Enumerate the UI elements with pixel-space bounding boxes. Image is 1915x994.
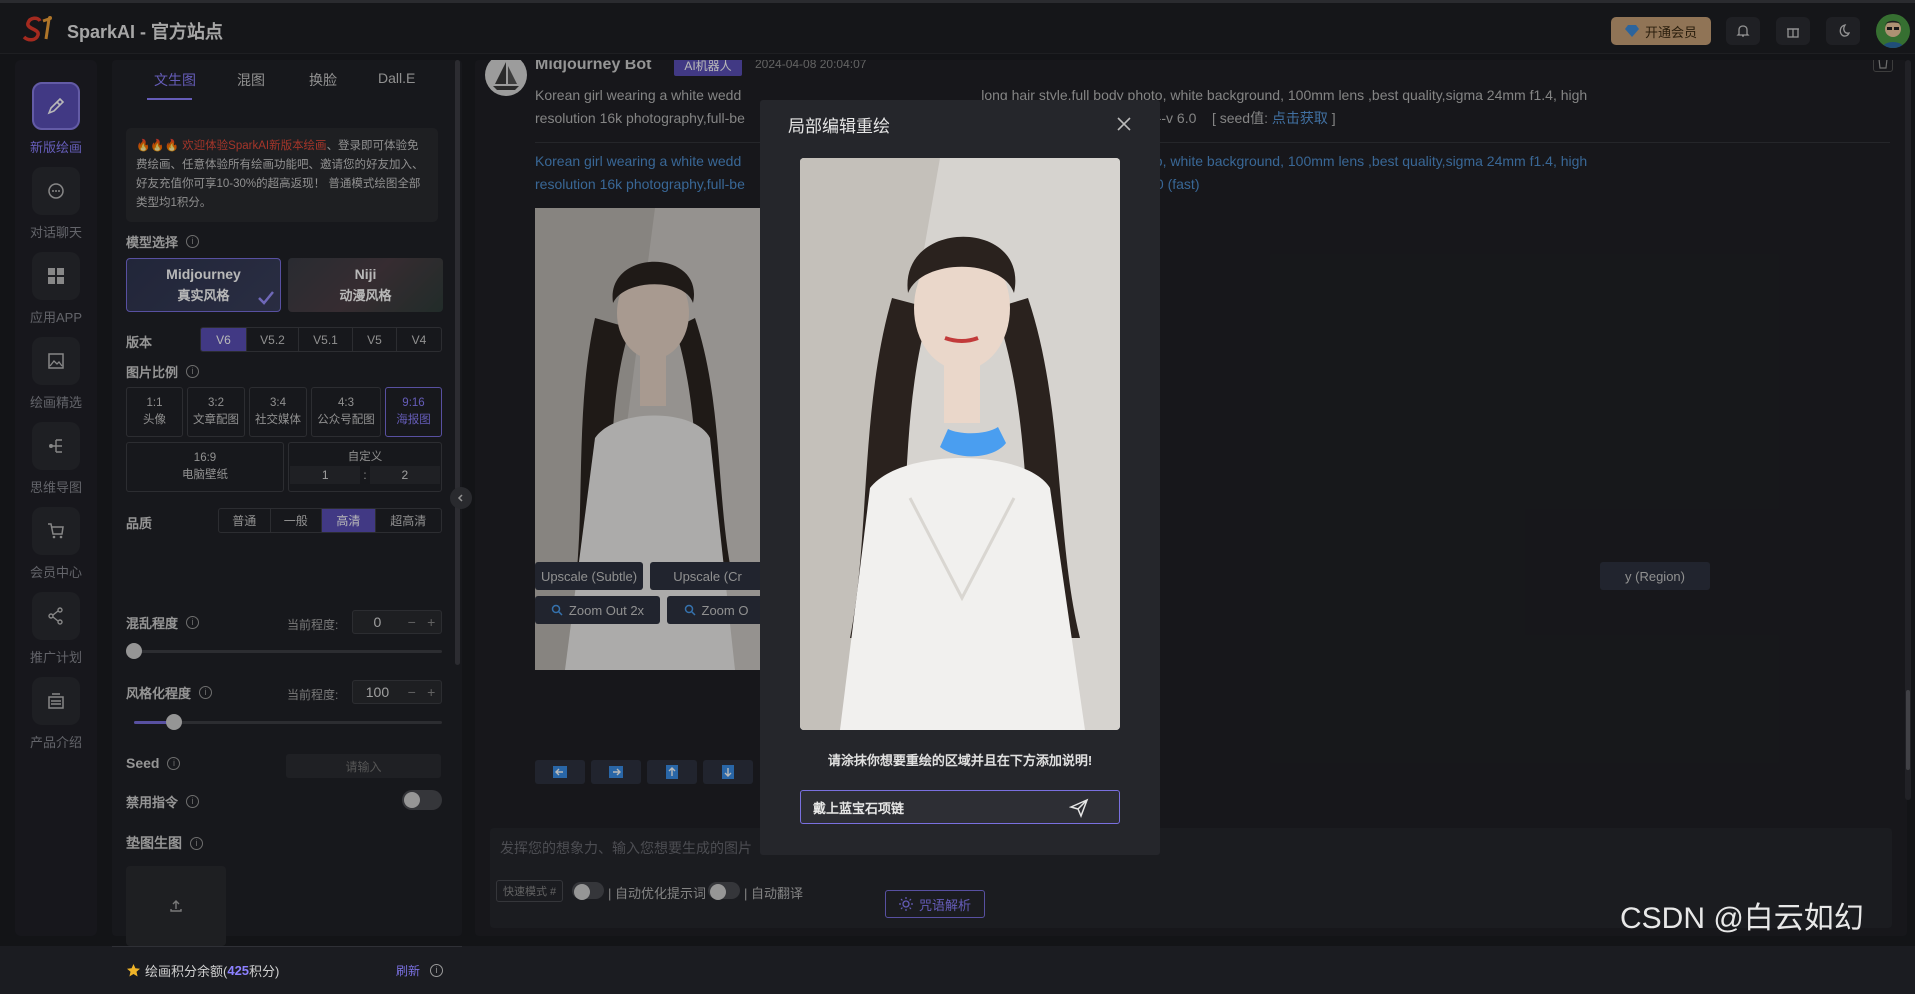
modal-hint: 请涂抹你想要重绘的区域并且在下方添加说明! <box>827 753 1093 768</box>
inpaint-prompt-input[interactable]: 戴上蓝宝石项链 <box>800 790 1120 824</box>
star-icon <box>127 964 140 977</box>
balance-suffix: 积分) <box>249 964 280 979</box>
balance-footer: 绘画积分余额(425 积分) 刷新 i <box>112 946 462 994</box>
send-icon[interactable] <box>1069 798 1089 818</box>
paint-mask <box>940 427 1006 457</box>
info-icon[interactable]: i <box>430 964 443 977</box>
balance-value: 425 <box>227 963 250 978</box>
refresh-link[interactable]: 刷新 <box>396 962 420 979</box>
modal-title: 局部编辑重绘 <box>788 117 890 136</box>
close-icon[interactable] <box>1114 114 1134 134</box>
inpaint-modal: 局部编辑重绘 请涂抹你想要重绘的区域并且在下方添加说明! 戴上蓝宝石项链 <box>760 100 1160 855</box>
watermark: CSDN @白云如幻 <box>1620 902 1864 935</box>
inpaint-canvas[interactable] <box>800 158 1120 730</box>
balance-prefix: 绘画积分余额( <box>145 964 228 979</box>
